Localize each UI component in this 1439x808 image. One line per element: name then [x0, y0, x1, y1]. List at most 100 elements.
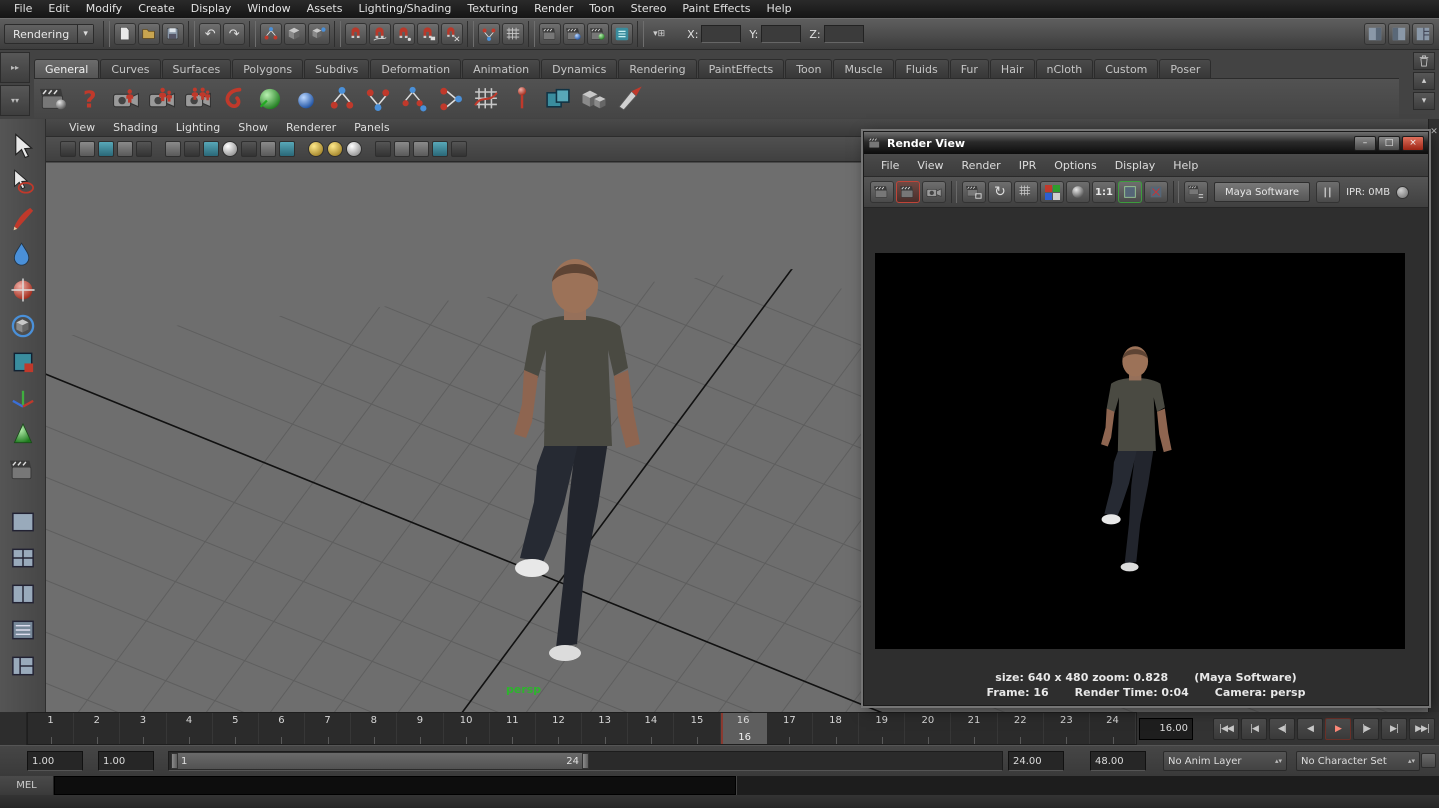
timeline-frame-cell[interactable]: 18 — [813, 713, 859, 744]
timeline-frame-cell[interactable]: 17 — [767, 713, 813, 744]
blue-sphere-icon[interactable] — [289, 82, 323, 116]
hierarchy-ungroup-icon[interactable] — [433, 82, 467, 116]
timeline-frame-cell[interactable]: 4 — [167, 713, 213, 744]
timeline-frame-cell[interactable]: 19 — [859, 713, 905, 744]
vp-isolate-select-icon[interactable] — [375, 141, 391, 157]
render-view-menu-item[interactable]: IPR — [1010, 159, 1046, 172]
playback-range-bar[interactable]: 1 24 — [171, 753, 589, 769]
construction-history-icon[interactable] — [502, 23, 524, 45]
timeline-frame-cell[interactable]: 1 — [28, 713, 74, 744]
timeline-frame-cell[interactable]: 24 — [1090, 713, 1136, 744]
hierarchy-group-icon[interactable] — [397, 82, 431, 116]
menu-item[interactable]: Modify — [78, 0, 130, 18]
render-view-menu-item[interactable]: File — [872, 159, 908, 172]
lasso-select-tool-icon[interactable] — [5, 165, 41, 199]
viewport-menu-item[interactable]: Shading — [104, 121, 167, 134]
two-pane-layout-icon[interactable] — [5, 577, 41, 611]
vp-shaded-icon[interactable] — [184, 141, 200, 157]
render-view-titlebar[interactable]: Render View – □ × — [864, 132, 1428, 154]
snapshot-icon[interactable] — [922, 181, 946, 203]
maximize-button[interactable]: □ — [1378, 136, 1400, 151]
menu-item[interactable]: Paint Effects — [674, 0, 758, 18]
timeline-frame-cell[interactable]: 15 — [674, 713, 720, 744]
render-current-frame-icon[interactable] — [563, 23, 585, 45]
auto-keyframe-toggle-icon[interactable] — [1421, 753, 1436, 768]
timeline-frame-cell[interactable]: 11 — [490, 713, 536, 744]
paint-select-tool-icon[interactable] — [5, 201, 41, 235]
scene-slate-icon[interactable] — [37, 82, 71, 116]
range-start-handle[interactable] — [171, 753, 178, 769]
vp-film-gate-icon[interactable] — [241, 141, 257, 157]
select-by-component-icon[interactable] — [308, 23, 330, 45]
timeline-frame-cell[interactable]: 21 — [951, 713, 997, 744]
paint-effects-tool-icon[interactable] — [5, 237, 41, 271]
timeline-frame-cell[interactable]: 8 — [351, 713, 397, 744]
menu-item[interactable]: Assets — [299, 0, 351, 18]
render-view-menu-item[interactable]: Help — [1164, 159, 1207, 172]
current-time-input[interactable] — [1139, 718, 1193, 740]
camera-icon[interactable] — [109, 82, 143, 116]
timeline-frame-cell[interactable]: 14 — [628, 713, 674, 744]
shelf-tab[interactable]: Dynamics — [541, 59, 617, 78]
anim-layer-selector[interactable]: No Anim Layer ▴▾ — [1163, 751, 1287, 771]
menu-item[interactable]: Toon — [581, 0, 622, 18]
animation-end-input[interactable] — [1090, 751, 1146, 771]
vp-gate-mask-icon[interactable] — [279, 141, 295, 157]
time-slider-track[interactable]: 16 1 2 3 4 5 6 7 8 9 10 — [27, 712, 1137, 745]
vp-grid-toggle-icon[interactable] — [451, 141, 467, 157]
display-real-size-icon[interactable]: 1:1 — [1092, 181, 1116, 203]
select-tool-icon[interactable] — [5, 129, 41, 163]
timeline-frame-cell[interactable]: 2 — [74, 713, 120, 744]
alpha-channel-icon[interactable] — [1066, 181, 1090, 203]
shelf-collapse-icon[interactable]: ▾▾ — [0, 85, 30, 116]
locator-pin-icon[interactable] — [505, 82, 539, 116]
menu-item[interactable]: Texturing — [459, 0, 526, 18]
playback-end-input[interactable] — [1008, 751, 1064, 771]
remove-image-icon[interactable] — [1144, 181, 1168, 203]
pause-ipr-tiles-icon[interactable] — [1014, 181, 1038, 203]
menu-item[interactable]: Help — [759, 0, 800, 18]
render-view-menu-item[interactable]: Render — [953, 159, 1010, 172]
four-pane-layout-icon[interactable] — [5, 541, 41, 575]
vp-xray-icon[interactable] — [394, 141, 410, 157]
rendered-image-canvas[interactable] — [875, 253, 1405, 649]
rgb-channels-icon[interactable] — [1040, 181, 1064, 203]
shelf-tab[interactable]: Animation — [462, 59, 540, 78]
vp-use-default-material-icon[interactable] — [222, 141, 238, 157]
redo-previous-render-icon[interactable] — [870, 181, 894, 203]
hierarchy-parent-icon[interactable] — [325, 82, 359, 116]
menu-item[interactable]: Window — [239, 0, 298, 18]
shelf-tab[interactable]: Poser — [1159, 59, 1211, 78]
move-tool-icon[interactable] — [5, 273, 41, 307]
select-by-object-icon[interactable] — [284, 23, 306, 45]
make-live-icon[interactable] — [441, 23, 463, 45]
viewport-menu-item[interactable]: Show — [229, 121, 277, 134]
command-language-label[interactable]: MEL — [0, 776, 54, 795]
save-scene-icon[interactable] — [162, 23, 184, 45]
shelf-tab[interactable]: Fluids — [895, 59, 949, 78]
graph-editor-icon[interactable] — [469, 82, 503, 116]
shelf-tab[interactable]: Toon — [785, 59, 832, 78]
hierarchy-unparent-icon[interactable] — [361, 82, 395, 116]
vp-shadows-icon[interactable] — [346, 141, 362, 157]
select-by-hierarchy-icon[interactable] — [260, 23, 282, 45]
menu-item[interactable]: Edit — [40, 0, 77, 18]
timeline-frame-cell[interactable]: 23 — [1044, 713, 1090, 744]
camera-aim-up-icon[interactable] — [181, 82, 215, 116]
status-group-separator[interactable] — [528, 21, 535, 47]
range-end-handle[interactable] — [582, 753, 589, 769]
viewport-menu-item[interactable]: Lighting — [167, 121, 229, 134]
scale-tool-icon[interactable] — [5, 345, 41, 379]
menu-item[interactable]: Display — [183, 0, 240, 18]
menu-item[interactable]: Lighting/Shading — [350, 0, 459, 18]
x-coordinate-input[interactable] — [701, 25, 741, 43]
curl-curve-icon[interactable] — [217, 82, 251, 116]
timeline-frame-cell[interactable]: 12 — [536, 713, 582, 744]
poly-array-icon[interactable] — [577, 82, 611, 116]
character-model[interactable] — [514, 259, 640, 661]
playback-button[interactable]: ▶| — [1381, 718, 1407, 740]
render-view-menu-item[interactable]: View — [908, 159, 952, 172]
status-group-separator[interactable] — [467, 21, 474, 47]
vp-joints-xray-icon[interactable] — [413, 141, 429, 157]
minimize-button[interactable]: – — [1354, 136, 1376, 151]
